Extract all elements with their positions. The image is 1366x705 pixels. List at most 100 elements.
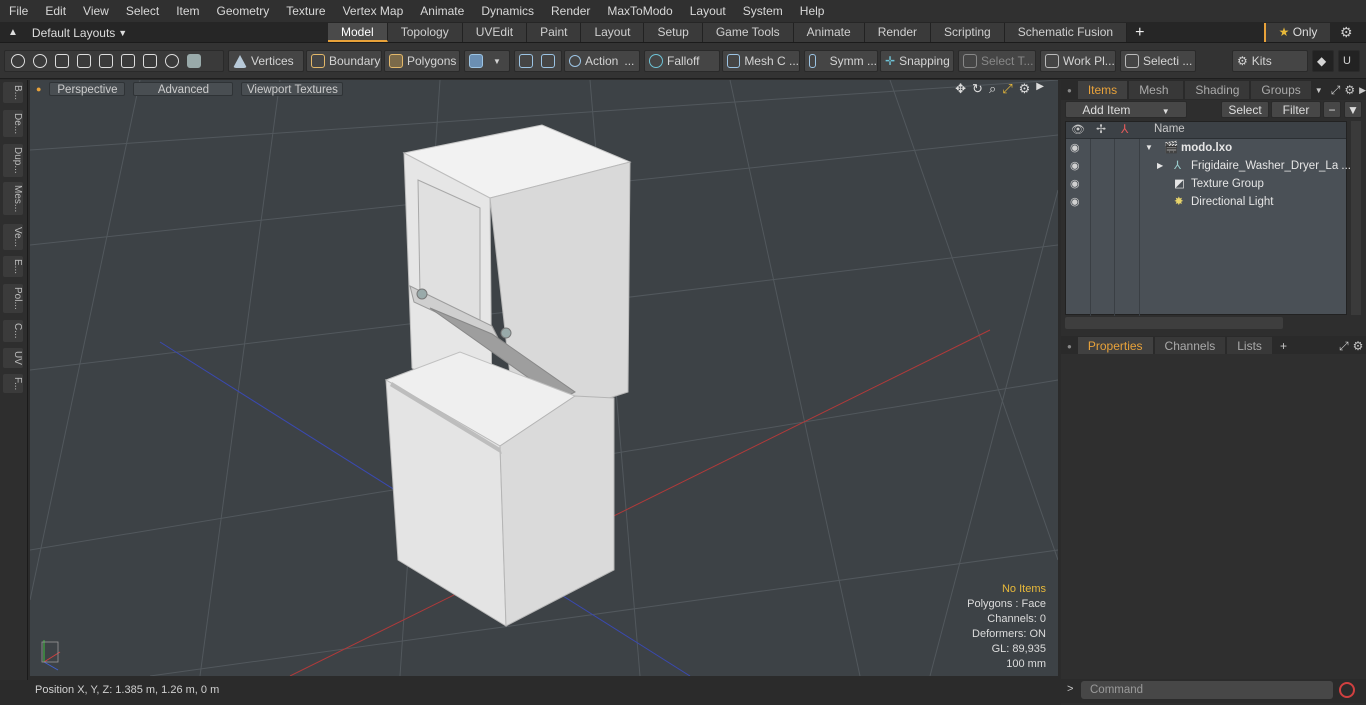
visibility-eye-icon[interactable]: ◉ (1070, 157, 1080, 175)
sphere-icon[interactable] (165, 54, 179, 68)
center-icon[interactable] (121, 54, 135, 68)
tab-uvedit[interactable]: UVEdit (462, 23, 528, 42)
menu-vertex-map[interactable]: Vertex Map (334, 0, 412, 22)
menu-render[interactable]: Render (542, 0, 598, 22)
play-icon[interactable]: ▶ (1036, 81, 1044, 97)
shield-check-icon[interactable] (541, 54, 555, 68)
strip-tab-edge[interactable]: E... (3, 256, 23, 278)
gear-icon[interactable]: ⚙ (1340, 24, 1353, 41)
menu-texture[interactable]: Texture (277, 0, 333, 22)
kits-button[interactable]: ⚙ Kits (1232, 50, 1308, 72)
tree-row-texture-group[interactable]: ◉ ◩ Texture Group (1066, 175, 1346, 193)
menu-geometry[interactable]: Geometry (208, 0, 278, 22)
circle-select-icon[interactable] (11, 54, 25, 68)
3d-viewport[interactable]: ● Perspective Advanced Viewport Textures… (30, 80, 1058, 676)
tab-paint[interactable]: Paint (527, 23, 582, 42)
viewport-textures-button[interactable]: Viewport Textures (241, 82, 344, 96)
rotate-icon[interactable]: ↻ (972, 81, 983, 97)
strip-tab-curve[interactable]: C... (3, 320, 23, 342)
tree-row-mesh[interactable]: ◉ ▶ ⅄ Frigidaire_Washer_Dryer_La ... (1066, 157, 1351, 175)
funnel-icon[interactable]: ▼ (1344, 101, 1362, 118)
tab-lists[interactable]: Lists (1227, 337, 1272, 355)
select-through-button[interactable]: Select T... (958, 50, 1036, 72)
strip-tab-duplicate[interactable]: Dup... (3, 144, 23, 177)
tree-h-scrollbar[interactable] (1065, 317, 1283, 329)
tab-game-tools[interactable]: Game Tools (702, 23, 794, 42)
visibility-eye-icon[interactable]: ◉ (1070, 193, 1080, 211)
layouts-dropdown[interactable]: ▲ Default Layouts ▼ (8, 24, 127, 41)
gear-icon[interactable]: ⚙ (1019, 81, 1031, 97)
shield-icon[interactable] (519, 54, 533, 68)
add-tab-icon[interactable]: + (1135, 23, 1144, 42)
tab-scripting[interactable]: Scripting (931, 23, 1005, 42)
collapse-icon[interactable]: − (1323, 101, 1341, 118)
expand-arrow-icon[interactable]: ▶ (1157, 157, 1163, 175)
tab-topology[interactable]: Topology (387, 23, 463, 42)
tab-shading[interactable]: Shading (1185, 81, 1250, 99)
menu-layout[interactable]: Layout (681, 0, 734, 22)
zoom-icon[interactable]: ⌕ (989, 81, 996, 97)
strip-tab-basic[interactable]: B... (3, 82, 23, 104)
snapping-button[interactable]: ✛ Snapping (880, 50, 954, 72)
maximize-icon[interactable]: ⤢ (1002, 81, 1012, 97)
menu-file[interactable]: File (0, 0, 36, 22)
menu-dynamics[interactable]: Dynamics (472, 0, 542, 22)
globe-icon[interactable] (33, 54, 47, 68)
box-icon[interactable] (143, 54, 157, 68)
filter-button[interactable]: Filter (1271, 101, 1321, 118)
menu-item[interactable]: Item (167, 0, 207, 22)
chevron-down-icon[interactable]: ▼ (1315, 86, 1323, 95)
work-plane-button[interactable]: Work Pl... (1040, 50, 1116, 72)
strip-tab-deform[interactable]: De... (3, 110, 23, 138)
brush-icon[interactable] (77, 54, 91, 68)
advanced-button[interactable]: Advanced (133, 82, 234, 96)
gear-icon[interactable]: ⚙ (1353, 339, 1364, 353)
visibility-eye-icon[interactable]: ◉ (1070, 139, 1080, 157)
select-mode-buttons[interactable] (4, 50, 224, 72)
visibility-eye-icon[interactable]: ◉ (1070, 175, 1080, 193)
play-icon[interactable]: ▶ (1359, 85, 1366, 96)
command-input[interactable]: Command (1081, 681, 1333, 699)
vertices-button[interactable]: Vertices (228, 50, 304, 72)
strip-tab-fusion[interactable]: F... (3, 374, 23, 394)
tab-setup[interactable]: Setup (644, 23, 703, 42)
render-cube-button[interactable]: ◆ (1312, 50, 1334, 72)
boundary-button[interactable]: Boundary (306, 50, 382, 72)
tab-schematic-fusion[interactable]: Schematic Fusion (1004, 23, 1128, 42)
align-icon[interactable] (99, 54, 113, 68)
expand-icon[interactable]: ⤢ (1339, 339, 1349, 354)
tab-model[interactable]: Model (328, 23, 388, 42)
expand-icon[interactable]: ⤢ (1331, 83, 1341, 98)
add-tab-icon[interactable]: + (1280, 339, 1287, 353)
tab-items[interactable]: Items (1077, 81, 1128, 99)
unreal-button[interactable]: U (1338, 50, 1360, 72)
only-toggle[interactable]: ★ Only (1264, 23, 1330, 42)
strip-tab-mesh-edit[interactable]: Mes... (3, 182, 23, 216)
tab-mesh[interactable]: Mesh ... (1129, 81, 1184, 115)
tree-scrollbar[interactable] (1351, 121, 1361, 315)
selection-sets-button[interactable]: Selecti ... (1120, 50, 1196, 72)
polygons-button[interactable]: Polygons (384, 50, 460, 72)
lasso-icon[interactable] (55, 54, 69, 68)
tab-layout[interactable]: Layout (581, 23, 645, 42)
menu-edit[interactable]: Edit (36, 0, 74, 22)
menu-animate[interactable]: Animate (411, 0, 472, 22)
select-button[interactable]: Select (1221, 101, 1269, 118)
tab-render[interactable]: Render (864, 23, 932, 42)
menu-help[interactable]: Help (791, 0, 833, 22)
menu-system[interactable]: System (734, 0, 791, 22)
snap-toggles[interactable] (514, 50, 562, 72)
move-icon[interactable]: ✥ (955, 81, 966, 97)
strip-tab-uv[interactable]: UV (3, 348, 23, 368)
expand-arrow-icon[interactable]: ▼ (1145, 139, 1153, 157)
material-dropdown[interactable]: ▼ (464, 50, 510, 72)
action-button[interactable]: Action... (564, 50, 640, 72)
falloff-button[interactable]: Falloff (644, 50, 720, 72)
strip-tab-polygon[interactable]: Pol... (3, 284, 23, 313)
record-icon[interactable] (1339, 682, 1355, 698)
tab-groups[interactable]: Groups (1251, 81, 1311, 99)
perspective-button[interactable]: Perspective (49, 82, 126, 96)
mesh-constraint-button[interactable]: Mesh C ... (722, 50, 800, 72)
tab-animate[interactable]: Animate (793, 23, 865, 42)
tab-channels[interactable]: Channels (1154, 337, 1226, 355)
